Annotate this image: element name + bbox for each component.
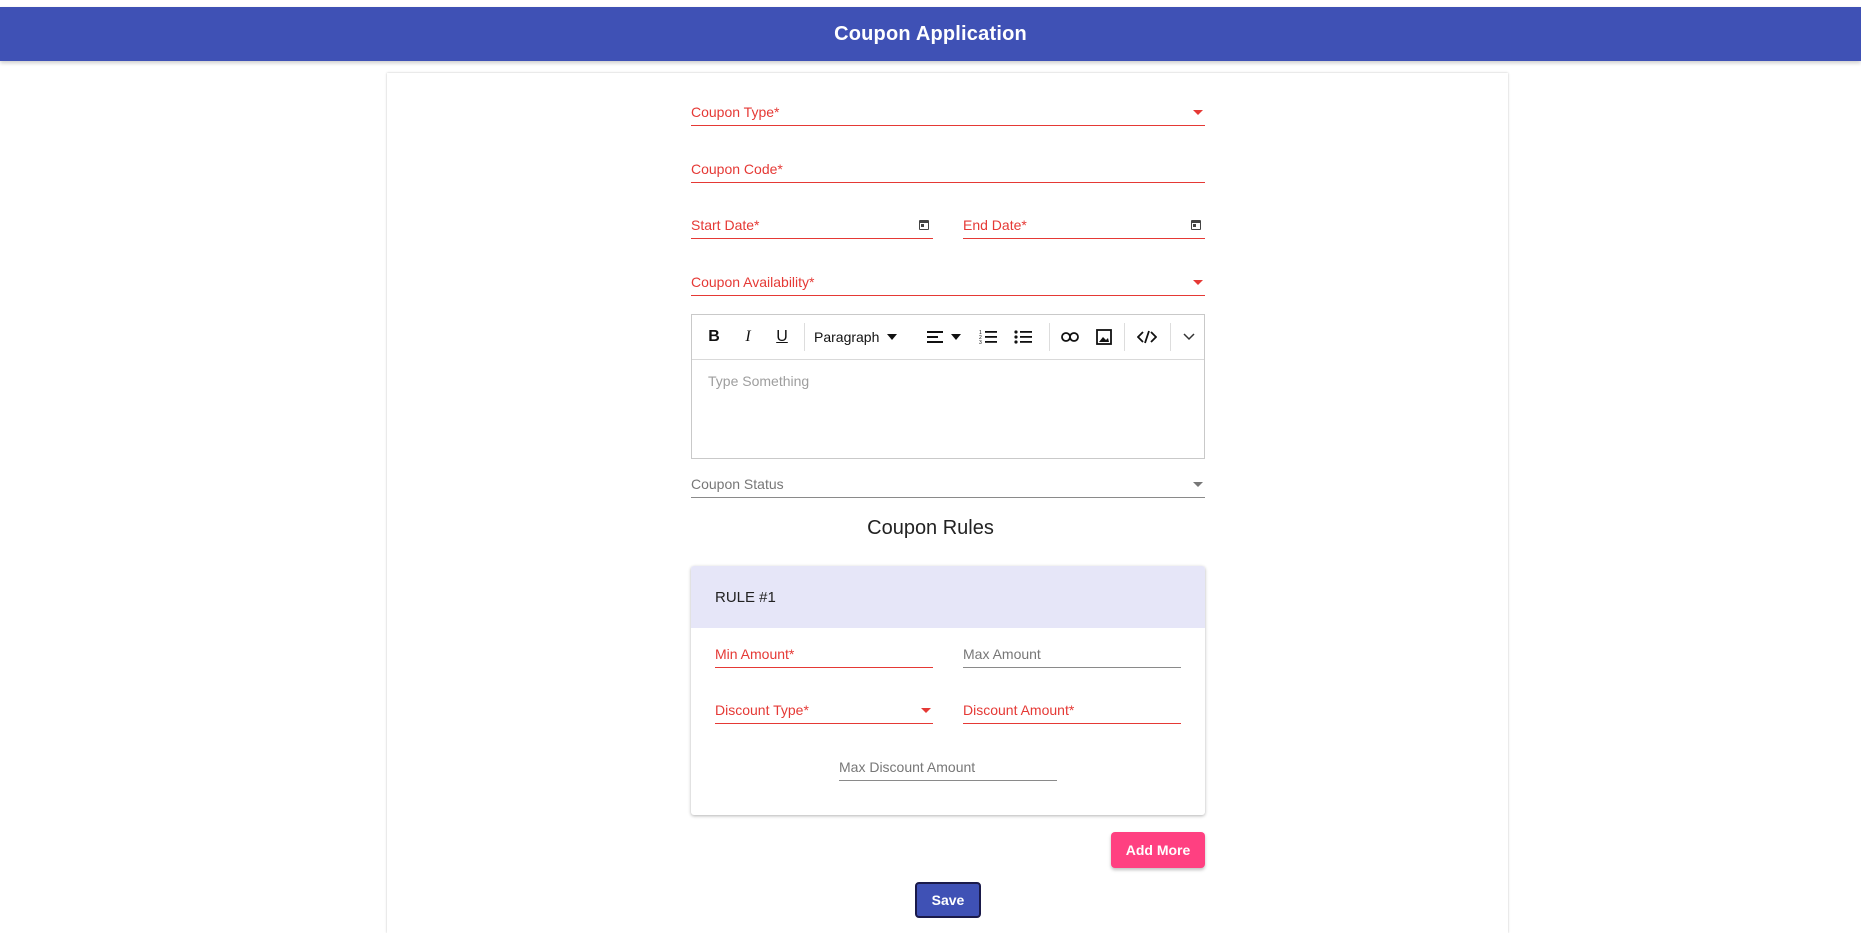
chevron-down-icon <box>951 334 961 340</box>
app-title: Coupon Application <box>834 22 1027 45</box>
start-date-input[interactable]: Start Date* <box>691 217 933 239</box>
coupon-status-label: Coupon Status <box>691 476 784 492</box>
max-amount-label: Max Amount <box>963 646 1041 662</box>
discount-amount-input[interactable]: Discount Amount* <box>963 702 1181 724</box>
bullet-list-icon <box>1014 330 1032 344</box>
svg-text:3: 3 <box>979 340 982 345</box>
rich-text-editor[interactable]: B I U Paragraph 1 2 3 Type Something <box>691 314 1205 459</box>
app-header: Coupon Application <box>0 7 1861 61</box>
end-date-input[interactable]: End Date* <box>963 217 1205 239</box>
min-amount-input[interactable]: Min Amount* <box>715 646 933 668</box>
coupon-code-input[interactable]: Coupon Code* <box>691 161 1205 183</box>
save-button[interactable]: Save <box>915 882 981 918</box>
align-left-icon <box>927 331 943 343</box>
rule-header[interactable]: RULE #1 <box>691 566 1205 628</box>
discount-type-select[interactable]: Discount Type* <box>715 702 933 724</box>
rule-title: RULE #1 <box>715 588 776 606</box>
insert-image-button[interactable] <box>1090 315 1118 359</box>
block-format-label: Paragraph <box>814 329 880 345</box>
start-date-label: Start Date* <box>691 217 760 233</box>
coupon-type-label: Coupon Type* <box>691 104 780 120</box>
coupon-type-select[interactable]: Coupon Type* <box>691 104 1205 126</box>
toolbar-divider <box>804 323 805 351</box>
source-code-button[interactable] <box>1132 315 1162 359</box>
min-amount-label: Min Amount* <box>715 646 795 662</box>
align-dropdown[interactable] <box>922 315 966 359</box>
bold-button[interactable]: B <box>702 315 726 359</box>
dropdown-arrow-icon <box>1193 280 1203 285</box>
editor-toolbar: B I U Paragraph 1 2 3 <box>692 315 1204 360</box>
code-icon <box>1137 330 1157 344</box>
more-options-button[interactable] <box>1174 315 1204 359</box>
dropdown-arrow-icon <box>1193 110 1203 115</box>
bullet-list-button[interactable] <box>1010 315 1036 359</box>
add-more-button[interactable]: Add More <box>1111 832 1205 868</box>
toolbar-divider <box>1049 323 1050 351</box>
toolbar-divider <box>1124 323 1125 351</box>
max-discount-amount-label: Max Discount Amount <box>839 759 976 775</box>
ordered-list-button[interactable]: 1 2 3 <box>975 315 1001 359</box>
toolbar-divider <box>1170 323 1171 351</box>
ordered-list-icon: 1 2 3 <box>979 330 997 345</box>
discount-type-label: Discount Type* <box>715 702 809 718</box>
max-discount-amount-input[interactable]: Max Discount Amount <box>839 759 1057 781</box>
dropdown-arrow-icon <box>921 708 931 713</box>
calendar-icon[interactable] <box>1191 220 1201 230</box>
max-amount-input[interactable]: Max Amount <box>963 646 1181 668</box>
calendar-icon[interactable] <box>919 220 929 230</box>
coupon-status-select[interactable]: Coupon Status <box>691 476 1205 498</box>
chevron-down-icon <box>887 334 898 340</box>
coupon-code-label: Coupon Code* <box>691 161 783 177</box>
discount-amount-label: Discount Amount* <box>963 702 1075 718</box>
coupon-availability-label: Coupon Availability* <box>691 274 815 290</box>
underline-button[interactable]: U <box>770 315 794 359</box>
coupon-availability-select[interactable]: Coupon Availability* <box>691 274 1205 296</box>
insert-link-button[interactable] <box>1056 315 1084 359</box>
rule-card: RULE #1 Min Amount* Max Amount Discount … <box>691 566 1205 815</box>
image-icon <box>1096 329 1112 345</box>
italic-button[interactable]: I <box>736 315 760 359</box>
chevron-down-icon <box>1183 333 1195 341</box>
coupon-rules-heading: Coupon Rules <box>867 517 994 539</box>
editor-placeholder: Type Something <box>708 373 810 389</box>
dropdown-arrow-icon <box>1193 482 1203 487</box>
link-icon <box>1061 332 1079 342</box>
block-format-dropdown[interactable]: Paragraph <box>814 315 904 359</box>
end-date-label: End Date* <box>963 217 1027 233</box>
